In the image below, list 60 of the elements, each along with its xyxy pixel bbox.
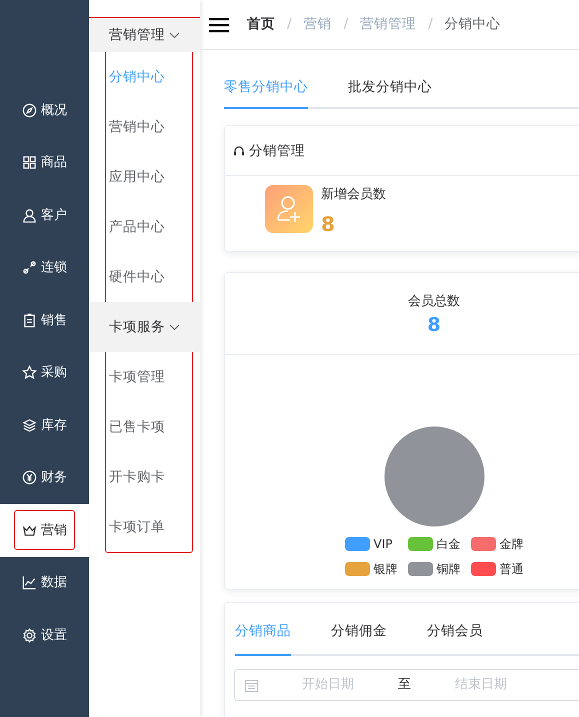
submenu-item[interactable]: 产品中心 xyxy=(106,202,192,252)
sidebar-item[interactable]: 数据 xyxy=(20,565,69,600)
legend-label: 铜牌 xyxy=(436,560,460,578)
tab[interactable]: 分销佣金 xyxy=(331,620,387,656)
star-icon xyxy=(22,365,37,380)
line-chart-icon xyxy=(22,575,37,590)
submenu-group[interactable]: 营销管理 xyxy=(89,17,200,52)
legend-label: VIP xyxy=(374,536,392,553)
sidebar-item[interactable]: 销售 xyxy=(20,302,69,338)
sidebar-item[interactable]: 概况 xyxy=(20,92,69,128)
submenu-item[interactable]: 硬件中心 xyxy=(106,252,192,302)
breadcrumb-current: 分销中心 xyxy=(444,15,501,34)
tab[interactable]: 批发分销中心 xyxy=(348,77,432,110)
sidebar-item[interactable]: 客户 xyxy=(20,198,69,233)
breadcrumb-separator: / xyxy=(344,15,348,34)
yen-icon xyxy=(22,470,37,486)
stat-value: 8 xyxy=(321,210,336,238)
layers-icon xyxy=(22,418,37,433)
submenu-item[interactable]: 卡项管理 xyxy=(106,352,192,402)
submenu-group[interactable]: 卡项服务 xyxy=(89,302,200,352)
legend-label: 金牌 xyxy=(500,536,524,553)
sidebar-item[interactable]: 设置 xyxy=(20,618,69,653)
member-total: 8 xyxy=(426,313,442,338)
sidebar-item[interactable]: 商品 xyxy=(20,145,69,180)
stat-label: 新增会员数 xyxy=(321,186,386,204)
start-date-input[interactable]: 开始日期 xyxy=(258,674,398,696)
breadcrumb-link[interactable]: 首页 xyxy=(247,14,275,35)
grid-icon xyxy=(22,155,37,170)
clipboard-icon xyxy=(22,312,37,328)
end-date-input[interactable]: 结束日期 xyxy=(411,674,551,696)
legend-label: 普通 xyxy=(500,560,524,578)
calendar-icon xyxy=(245,678,258,692)
separator-text: 至 xyxy=(398,676,411,694)
add-user-icon xyxy=(265,185,313,234)
submenu-item[interactable]: 营销中心 xyxy=(106,102,192,152)
card-title: 分销管理 xyxy=(249,142,305,161)
settings-icon xyxy=(22,628,37,643)
sidebar-item[interactable]: 营销 xyxy=(14,510,75,550)
sidebar-item[interactable]: 财务 xyxy=(20,460,69,496)
chevron-icon xyxy=(169,324,180,330)
legend-label: 白金 xyxy=(436,536,460,553)
chevron-icon xyxy=(169,32,180,38)
submenu-item[interactable]: 卡项订单 xyxy=(106,502,192,552)
legend-label: 银牌 xyxy=(374,560,398,578)
tab[interactable]: 分销会员 xyxy=(427,620,483,656)
sidebar-item[interactable]: 库存 xyxy=(20,408,69,443)
sidebar-item[interactable]: 连锁 xyxy=(20,250,69,286)
submenu-item[interactable]: 应用中心 xyxy=(106,152,192,202)
sidebar-item[interactable]: 采购 xyxy=(20,355,69,390)
link-icon xyxy=(22,260,37,276)
headset-icon xyxy=(233,144,245,157)
breadcrumb-separator: / xyxy=(428,15,433,34)
submenu-item[interactable]: 已售卡项 xyxy=(106,402,192,452)
menu-icon[interactable] xyxy=(209,16,229,32)
submenu-item[interactable]: 开卡购卡 xyxy=(106,452,192,502)
breadcrumb-separator: / xyxy=(287,15,292,34)
compass-icon xyxy=(22,102,37,118)
user-icon xyxy=(22,208,37,223)
card-title: 会员总数 xyxy=(407,292,461,311)
date-range-field[interactable]: 开始日期 至 结束日期 xyxy=(234,669,579,701)
